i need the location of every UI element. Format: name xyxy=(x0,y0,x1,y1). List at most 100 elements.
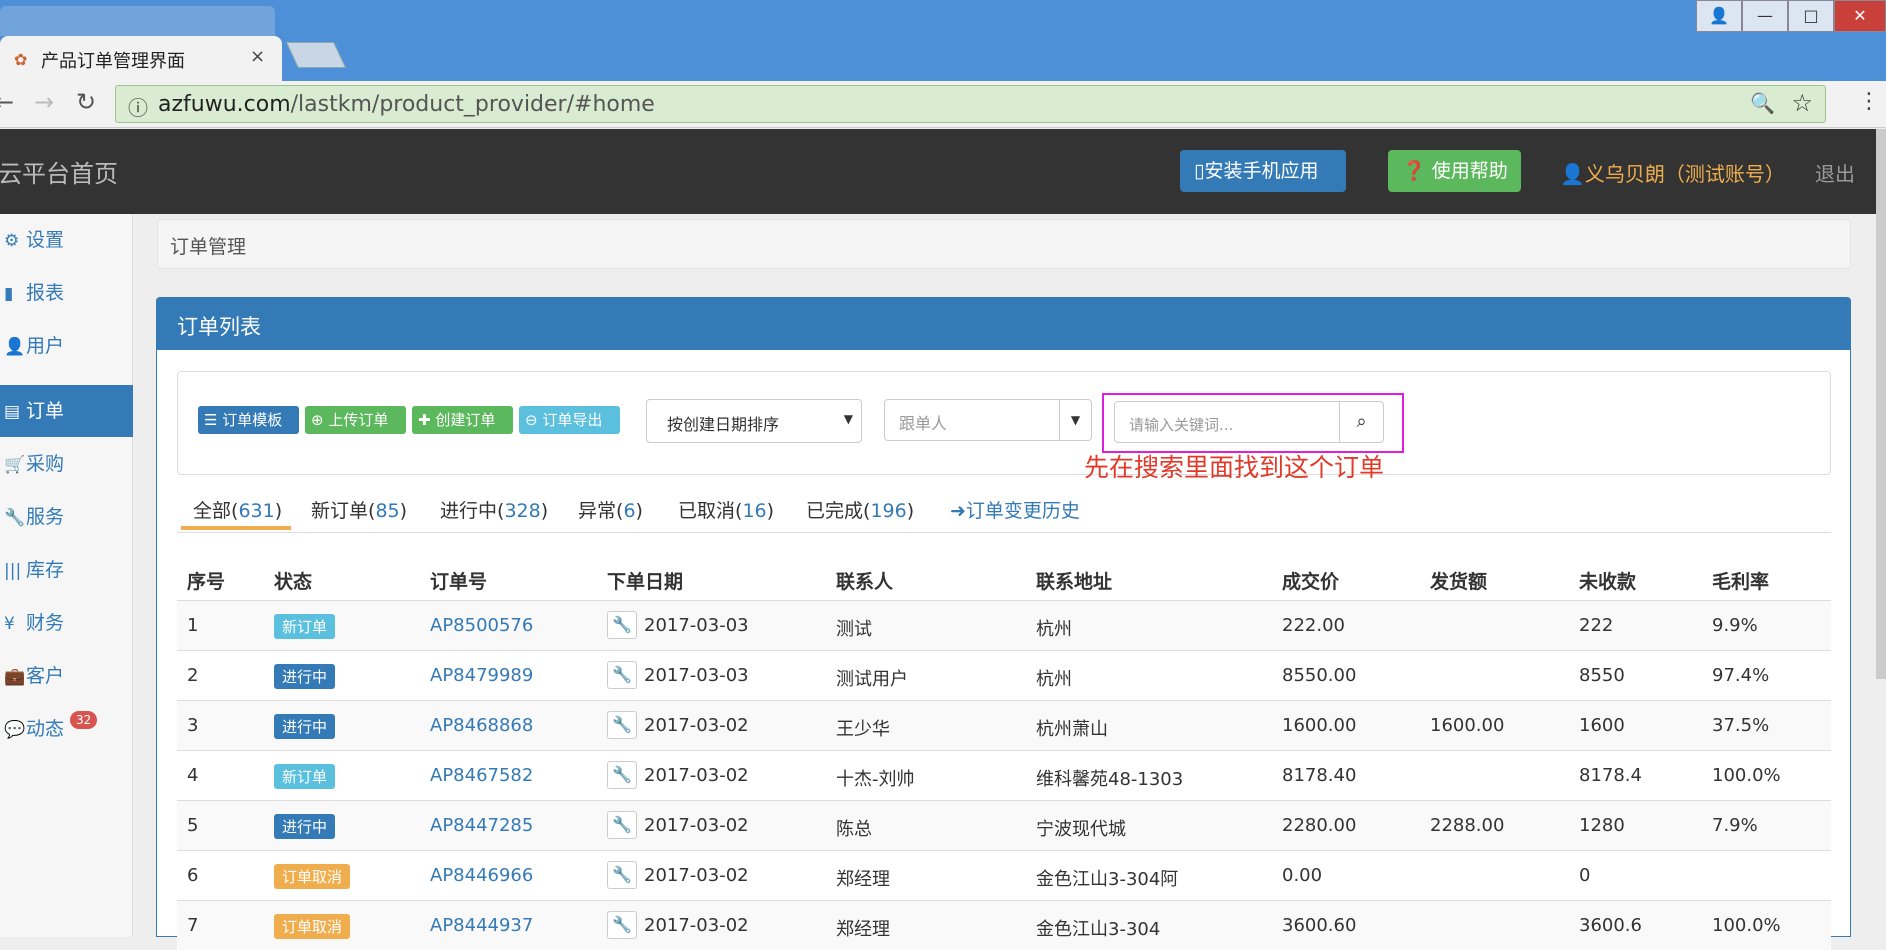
unpaid-amount: 1600 xyxy=(1579,715,1625,736)
column-header: 毛利率 xyxy=(1712,571,1770,593)
sidebar-item-settings[interactable]: ⚙ 设置 xyxy=(0,214,133,266)
profile-icon[interactable]: 👤 xyxy=(1696,0,1742,32)
contact-name: 郑经理 xyxy=(836,869,890,890)
unpaid-amount: 8550 xyxy=(1579,665,1625,686)
wrench-icon[interactable]: 🔧 xyxy=(607,761,637,789)
logout-link[interactable]: 退出 xyxy=(1815,158,1855,187)
tab-close-icon[interactable]: × xyxy=(250,46,265,67)
question-icon: ❓ xyxy=(1402,160,1432,182)
order-link[interactable]: AP8446966 xyxy=(430,865,533,886)
table-row[interactable]: 5 进行中 AP8447285 🔧 2017-03-02 陈总 宁波现代城 2280.00 22… xyxy=(177,800,1831,850)
tab-in-progress[interactable]: 进行中(328) xyxy=(440,496,548,523)
wrench-icon[interactable]: 🔧 xyxy=(607,611,637,639)
column-header: 下单日期 xyxy=(607,571,684,593)
order-history-link[interactable]: ➜订单变更历史 xyxy=(950,496,1080,523)
table-row[interactable]: 2 进行中 AP8479989 🔧 2017-03-03 测试用户 杭州 8550.00 855… xyxy=(177,650,1831,700)
new-tab-button[interactable] xyxy=(285,42,347,68)
column-header: 序号 xyxy=(187,571,226,593)
column-header: 发货额 xyxy=(1430,571,1488,593)
order-date: 2017-03-02 xyxy=(644,765,749,786)
table-row[interactable]: 6 订单取消 AP8446966 🔧 2017-03-02 郑经理 金色江山3-304阿 0.… xyxy=(177,850,1831,900)
table-row[interactable]: 4 新订单 AP8467582 🔧 2017-03-02 十杰-刘帅 维科馨苑48-1303… xyxy=(177,750,1831,800)
create-order-button[interactable]: ✚ 创建订单 xyxy=(412,406,513,434)
browser-menu-icon[interactable]: ⋮ xyxy=(1858,89,1880,114)
order-template-button[interactable]: ☰ 订单模板 xyxy=(198,406,299,434)
status-badge: 进行中 xyxy=(274,714,336,739)
sidebar-item-label: 采购 xyxy=(26,453,65,475)
page-scrollbar[interactable] xyxy=(1876,129,1886,937)
gross-margin: 100.0% xyxy=(1712,765,1781,786)
sidebar-item-orders[interactable]: ▤ 订单 xyxy=(0,385,133,437)
deal-price: 8550.00 xyxy=(1282,665,1357,686)
order-date: 2017-03-02 xyxy=(644,815,749,836)
app-header: 云平台首页 ▯安装手机应用 ❓ 使用帮助 👤义乌贝朗（测试账号） 退出 xyxy=(0,129,1876,214)
contact-name: 测试 xyxy=(836,619,872,640)
tab-count: 196 xyxy=(870,500,907,522)
zoom-icon[interactable]: 🔍 xyxy=(1750,91,1775,115)
back-icon[interactable]: ← xyxy=(0,88,14,116)
user-menu[interactable]: 👤义乌贝朗（测试账号） xyxy=(1560,158,1785,187)
sidebar-item-inventory[interactable]: ||| 库存 xyxy=(0,544,133,596)
tab-all[interactable]: 全部(631) xyxy=(193,496,282,523)
wrench-icon[interactable]: 🔧 xyxy=(607,711,637,739)
wrench-icon[interactable]: 🔧 xyxy=(607,911,637,939)
wrench-icon[interactable]: 🔧 xyxy=(607,661,637,689)
tab-completed[interactable]: 已完成(196) xyxy=(806,496,914,523)
address-bar[interactable]: ⓘ azfuwu.com/lastkm/product_provider/#ho… xyxy=(115,85,1826,123)
browser-tab-active[interactable]: ✿ 产品订单管理界面 × xyxy=(0,36,282,81)
caret-down-icon[interactable]: ▼ xyxy=(1059,400,1091,440)
window-close-icon[interactable]: ✕ xyxy=(1834,0,1886,32)
contact-name: 陈总 xyxy=(836,819,872,840)
status-badge: 新订单 xyxy=(274,614,336,639)
follower-select[interactable]: 跟单人 ▼ xyxy=(884,399,1092,441)
maximize-icon[interactable]: □ xyxy=(1788,0,1834,32)
order-link[interactable]: AP8500576 xyxy=(430,615,533,636)
tab-abnormal[interactable]: 异常(6) xyxy=(578,496,643,523)
help-button[interactable]: ❓ 使用帮助 xyxy=(1388,150,1521,192)
brand-link[interactable]: 云平台首页 xyxy=(0,154,118,189)
wrench-icon[interactable]: 🔧 xyxy=(607,811,637,839)
sidebar-item-finance[interactable]: ¥ 财务 xyxy=(0,597,133,649)
sidebar-item-customers[interactable]: 💼客户 xyxy=(0,650,133,702)
tab-label: 已完成 xyxy=(806,500,864,522)
history-label: 订单变更历史 xyxy=(965,500,1080,522)
order-link[interactable]: AP8479989 xyxy=(430,665,533,686)
export-order-button[interactable]: ⊖ 订单导出 xyxy=(519,406,620,434)
forward-icon[interactable]: → xyxy=(34,88,54,116)
column-header: 未收款 xyxy=(1579,571,1637,593)
table-row[interactable]: 7 订单取消 AP8444937 🔧 2017-03-02 郑经理 金色江山3-304 360… xyxy=(177,900,1831,950)
site-info-icon[interactable]: ⓘ xyxy=(128,92,148,121)
tab-cancelled[interactable]: 已取消(16) xyxy=(678,496,774,523)
table-row[interactable]: 1 新订单 AP8500576 🔧 2017-03-03 测试 杭州 222.00 222 9.9… xyxy=(177,600,1831,650)
order-link[interactable]: AP8467582 xyxy=(430,765,533,786)
browser-tabstrip: ✿ 产品订单管理界面 × 👤 — □ ✕ xyxy=(0,0,1886,81)
tab-new[interactable]: 新订单(85) xyxy=(311,496,407,523)
install-app-button[interactable]: ▯安装手机应用 xyxy=(1180,150,1346,192)
order-link[interactable]: AP8444937 xyxy=(430,915,533,936)
contact-name: 王少华 xyxy=(836,719,890,740)
reload-icon[interactable]: ↻ xyxy=(76,88,96,116)
wrench-icon[interactable]: 🔧 xyxy=(607,861,637,889)
active-tab-indicator xyxy=(181,526,291,530)
sidebar-item-label: 财务 xyxy=(26,612,65,634)
annotation-text: 先在搜索里面找到这个订单 xyxy=(1084,453,1385,482)
bookmark-star-icon[interactable]: ☆ xyxy=(1791,89,1813,117)
background-tab[interactable] xyxy=(0,6,275,36)
favicon-icon: ✿ xyxy=(14,50,28,69)
sidebar-item-purchase[interactable]: 🛒采购 xyxy=(0,438,133,490)
sidebar-item-users[interactable]: 👤用户 xyxy=(0,320,133,372)
sidebar-item-activity[interactable]: 💬动态 32 xyxy=(0,703,133,755)
sidebar-item-reports[interactable]: ▮ 报表 xyxy=(0,267,133,319)
sidebar-item-service[interactable]: 🔧服务 xyxy=(0,491,133,543)
yen-icon: ¥ xyxy=(4,614,15,634)
barcode-icon: ||| xyxy=(4,561,22,581)
sort-select[interactable]: 按创建日期排序 ▼ xyxy=(646,399,862,443)
scrollbar-thumb[interactable] xyxy=(1876,129,1886,679)
minimize-icon[interactable]: — xyxy=(1742,0,1788,32)
row-number: 7 xyxy=(187,915,199,936)
order-link[interactable]: AP8468868 xyxy=(430,715,533,736)
order-link[interactable]: AP8447285 xyxy=(430,815,533,836)
table-row[interactable]: 3 进行中 AP8468868 🔧 2017-03-02 王少华 杭州萧山 1600.00 16… xyxy=(177,700,1831,750)
order-template-label: 订单模板 xyxy=(222,411,283,429)
upload-order-button[interactable]: ⊕ 上传订单 xyxy=(305,406,406,434)
